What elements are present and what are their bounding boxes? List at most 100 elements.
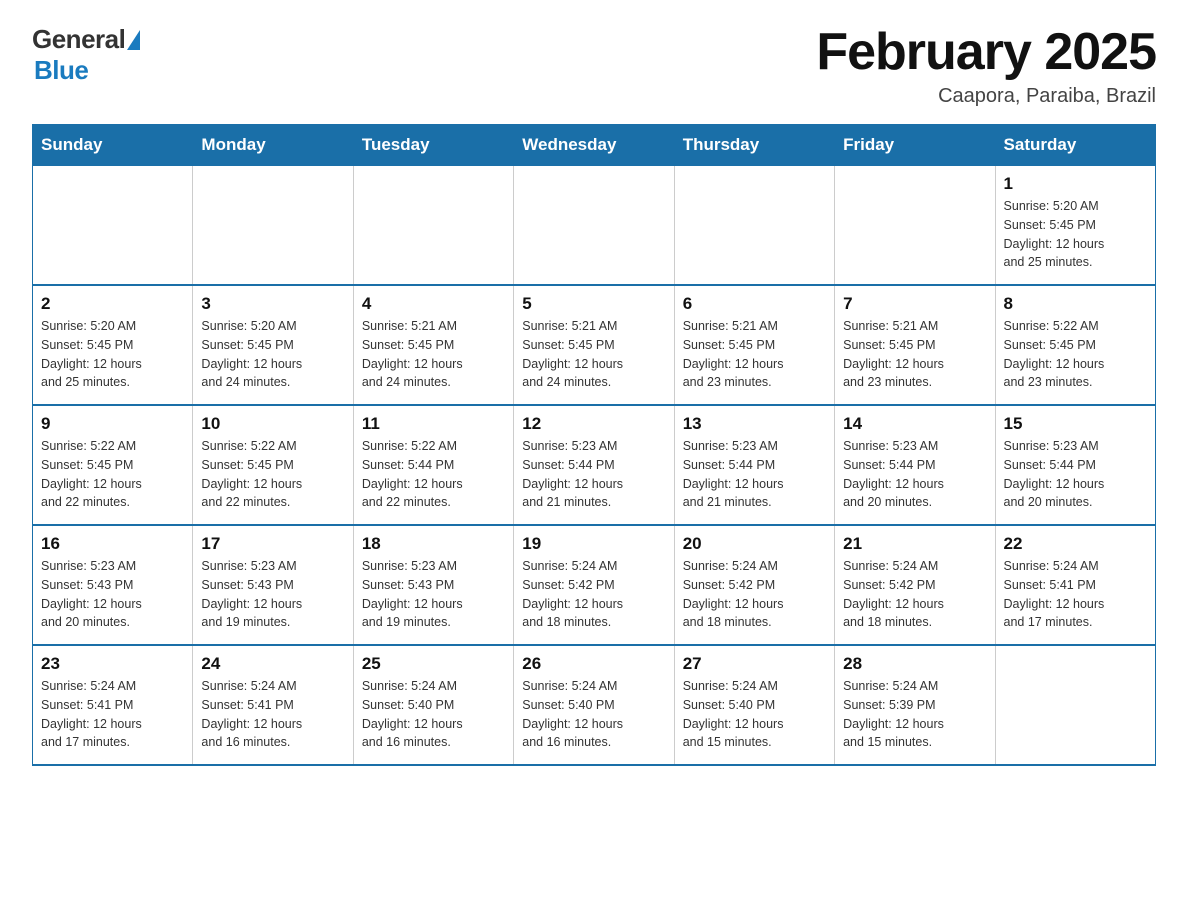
day-number: 18 [362,534,505,554]
table-row [353,166,513,286]
day-info: Sunrise: 5:20 AMSunset: 5:45 PMDaylight:… [1004,197,1147,272]
table-row: 21 Sunrise: 5:24 AMSunset: 5:42 PMDayligh… [835,525,995,645]
day-info: Sunrise: 5:22 AMSunset: 5:45 PMDaylight:… [1004,317,1147,392]
table-row: 8Sunrise: 5:22 AMSunset: 5:45 PMDaylight… [995,285,1155,405]
day-number: 19 [522,534,665,554]
day-info: Sunrise: 5:23 AMSunset: 5:43 PMDaylight:… [362,557,505,632]
col-monday: Monday [193,125,353,166]
table-row [835,166,995,286]
table-row: 19Sunrise: 5:24 AMSunset: 5:42 PMDayligh… [514,525,674,645]
day-number: 25 [362,654,505,674]
logo-blue-text: Blue [34,55,88,86]
day-info: Sunrise: 5:24 AMSunset: 5:41 PMDaylight:… [1004,557,1147,632]
day-number: 5 [522,294,665,314]
logo-top: General [32,24,142,55]
day-number: 4 [362,294,505,314]
table-row [33,166,193,286]
day-number: 26 [522,654,665,674]
day-number: 22 [1004,534,1147,554]
header-row: Sunday Monday Tuesday Wednesday Thursday… [33,125,1156,166]
calendar-header: Sunday Monday Tuesday Wednesday Thursday… [33,125,1156,166]
day-number: 27 [683,654,826,674]
page-subtitle: Caapora, Paraiba, Brazil [816,85,1156,108]
day-number: 15 [1004,414,1147,434]
table-row: 17 Sunrise: 5:23 AMSunset: 5:43 PMDayligh… [193,525,353,645]
day-info: Sunrise: 5:24 AMSunset: 5:39 PMDaylight:… [843,677,986,752]
day-info: Sunrise: 5:21 AMSunset: 5:45 PMDaylight:… [843,317,986,392]
day-info: Sunrise: 5:21 AMSunset: 5:45 PMDaylight:… [522,317,665,392]
col-saturday: Saturday [995,125,1155,166]
logo: General Blue [32,24,142,86]
col-tuesday: Tuesday [353,125,513,166]
table-row: 7 Sunrise: 5:21 AMSunset: 5:45 PMDaylight… [835,285,995,405]
day-number: 13 [683,414,826,434]
day-info: Sunrise: 5:23 AMSunset: 5:44 PMDaylight:… [683,437,826,512]
day-info: Sunrise: 5:24 AMSunset: 5:40 PMDaylight:… [362,677,505,752]
table-row: 28 Sunrise: 5:24 AMSunset: 5:39 PMDayligh… [835,645,995,765]
day-info: Sunrise: 5:24 AMSunset: 5:41 PMDaylight:… [201,677,344,752]
table-row [514,166,674,286]
day-number: 23 [41,654,184,674]
table-row: 10 Sunrise: 5:22 AMSunset: 5:45 PMDayligh… [193,405,353,525]
table-row: 22 Sunrise: 5:24 AMSunset: 5:41 PMDayligh… [995,525,1155,645]
day-info: Sunrise: 5:23 AMSunset: 5:44 PMDaylight:… [1004,437,1147,512]
col-friday: Friday [835,125,995,166]
day-info: Sunrise: 5:21 AMSunset: 5:45 PMDaylight:… [683,317,826,392]
table-row: 9 Sunrise: 5:22 AMSunset: 5:45 PMDaylight… [33,405,193,525]
table-row: 1 Sunrise: 5:20 AMSunset: 5:45 PMDaylight… [995,166,1155,286]
day-info: Sunrise: 5:24 AMSunset: 5:42 PMDaylight:… [683,557,826,632]
day-info: Sunrise: 5:24 AMSunset: 5:40 PMDaylight:… [683,677,826,752]
day-info: Sunrise: 5:22 AMSunset: 5:45 PMDaylight:… [201,437,344,512]
day-number: 14 [843,414,986,434]
calendar-body: 1 Sunrise: 5:20 AMSunset: 5:45 PMDaylight… [33,166,1156,766]
page-header: General Blue February 2025 Caapora, Para… [32,24,1156,108]
day-info: Sunrise: 5:24 AMSunset: 5:42 PMDaylight:… [843,557,986,632]
title-block: February 2025 Caapora, Paraiba, Brazil [816,24,1156,108]
day-number: 9 [41,414,184,434]
table-row: 15 Sunrise: 5:23 AMSunset: 5:44 PMDayligh… [995,405,1155,525]
table-row: 27 Sunrise: 5:24 AMSunset: 5:40 PMDayligh… [674,645,834,765]
table-row: 11 Sunrise: 5:22 AMSunset: 5:44 PMDayligh… [353,405,513,525]
logo-triangle-icon [127,30,140,50]
day-number: 6 [683,294,826,314]
calendar-table: Sunday Monday Tuesday Wednesday Thursday… [32,124,1156,766]
day-info: Sunrise: 5:23 AMSunset: 5:44 PMDaylight:… [522,437,665,512]
table-row [193,166,353,286]
day-number: 1 [1004,174,1147,194]
table-row: 4 Sunrise: 5:21 AMSunset: 5:45 PMDaylight… [353,285,513,405]
day-info: Sunrise: 5:24 AMSunset: 5:40 PMDaylight:… [522,677,665,752]
day-number: 2 [41,294,184,314]
col-wednesday: Wednesday [514,125,674,166]
day-number: 3 [201,294,344,314]
day-info: Sunrise: 5:23 AMSunset: 5:43 PMDaylight:… [41,557,184,632]
day-info: Sunrise: 5:23 AMSunset: 5:43 PMDaylight:… [201,557,344,632]
table-row [674,166,834,286]
day-info: Sunrise: 5:22 AMSunset: 5:45 PMDaylight:… [41,437,184,512]
col-sunday: Sunday [33,125,193,166]
day-number: 10 [201,414,344,434]
table-row: 5 Sunrise: 5:21 AMSunset: 5:45 PMDaylight… [514,285,674,405]
table-row: 3 Sunrise: 5:20 AMSunset: 5:45 PMDaylight… [193,285,353,405]
day-number: 7 [843,294,986,314]
day-number: 17 [201,534,344,554]
table-row: 26 Sunrise: 5:24 AMSunset: 5:40 PMDayligh… [514,645,674,765]
day-number: 20 [683,534,826,554]
table-row: 24Sunrise: 5:24 AMSunset: 5:41 PMDayligh… [193,645,353,765]
day-info: Sunrise: 5:23 AMSunset: 5:44 PMDaylight:… [843,437,986,512]
day-info: Sunrise: 5:22 AMSunset: 5:44 PMDaylight:… [362,437,505,512]
page-title: February 2025 [816,24,1156,81]
day-number: 12 [522,414,665,434]
table-row: 25 Sunrise: 5:24 AMSunset: 5:40 PMDayligh… [353,645,513,765]
table-row: 12 Sunrise: 5:23 AMSunset: 5:44 PMDayligh… [514,405,674,525]
table-row: 18 Sunrise: 5:23 AMSunset: 5:43 PMDayligh… [353,525,513,645]
day-number: 21 [843,534,986,554]
day-number: 28 [843,654,986,674]
logo-general-text: General [32,24,125,55]
table-row: 16Sunrise: 5:23 AMSunset: 5:43 PMDayligh… [33,525,193,645]
table-row: 13 Sunrise: 5:23 AMSunset: 5:44 PMDayligh… [674,405,834,525]
day-info: Sunrise: 5:24 AMSunset: 5:41 PMDaylight:… [41,677,184,752]
day-info: Sunrise: 5:20 AMSunset: 5:45 PMDaylight:… [201,317,344,392]
table-row: 2Sunrise: 5:20 AMSunset: 5:45 PMDaylight… [33,285,193,405]
day-number: 11 [362,414,505,434]
day-info: Sunrise: 5:21 AMSunset: 5:45 PMDaylight:… [362,317,505,392]
